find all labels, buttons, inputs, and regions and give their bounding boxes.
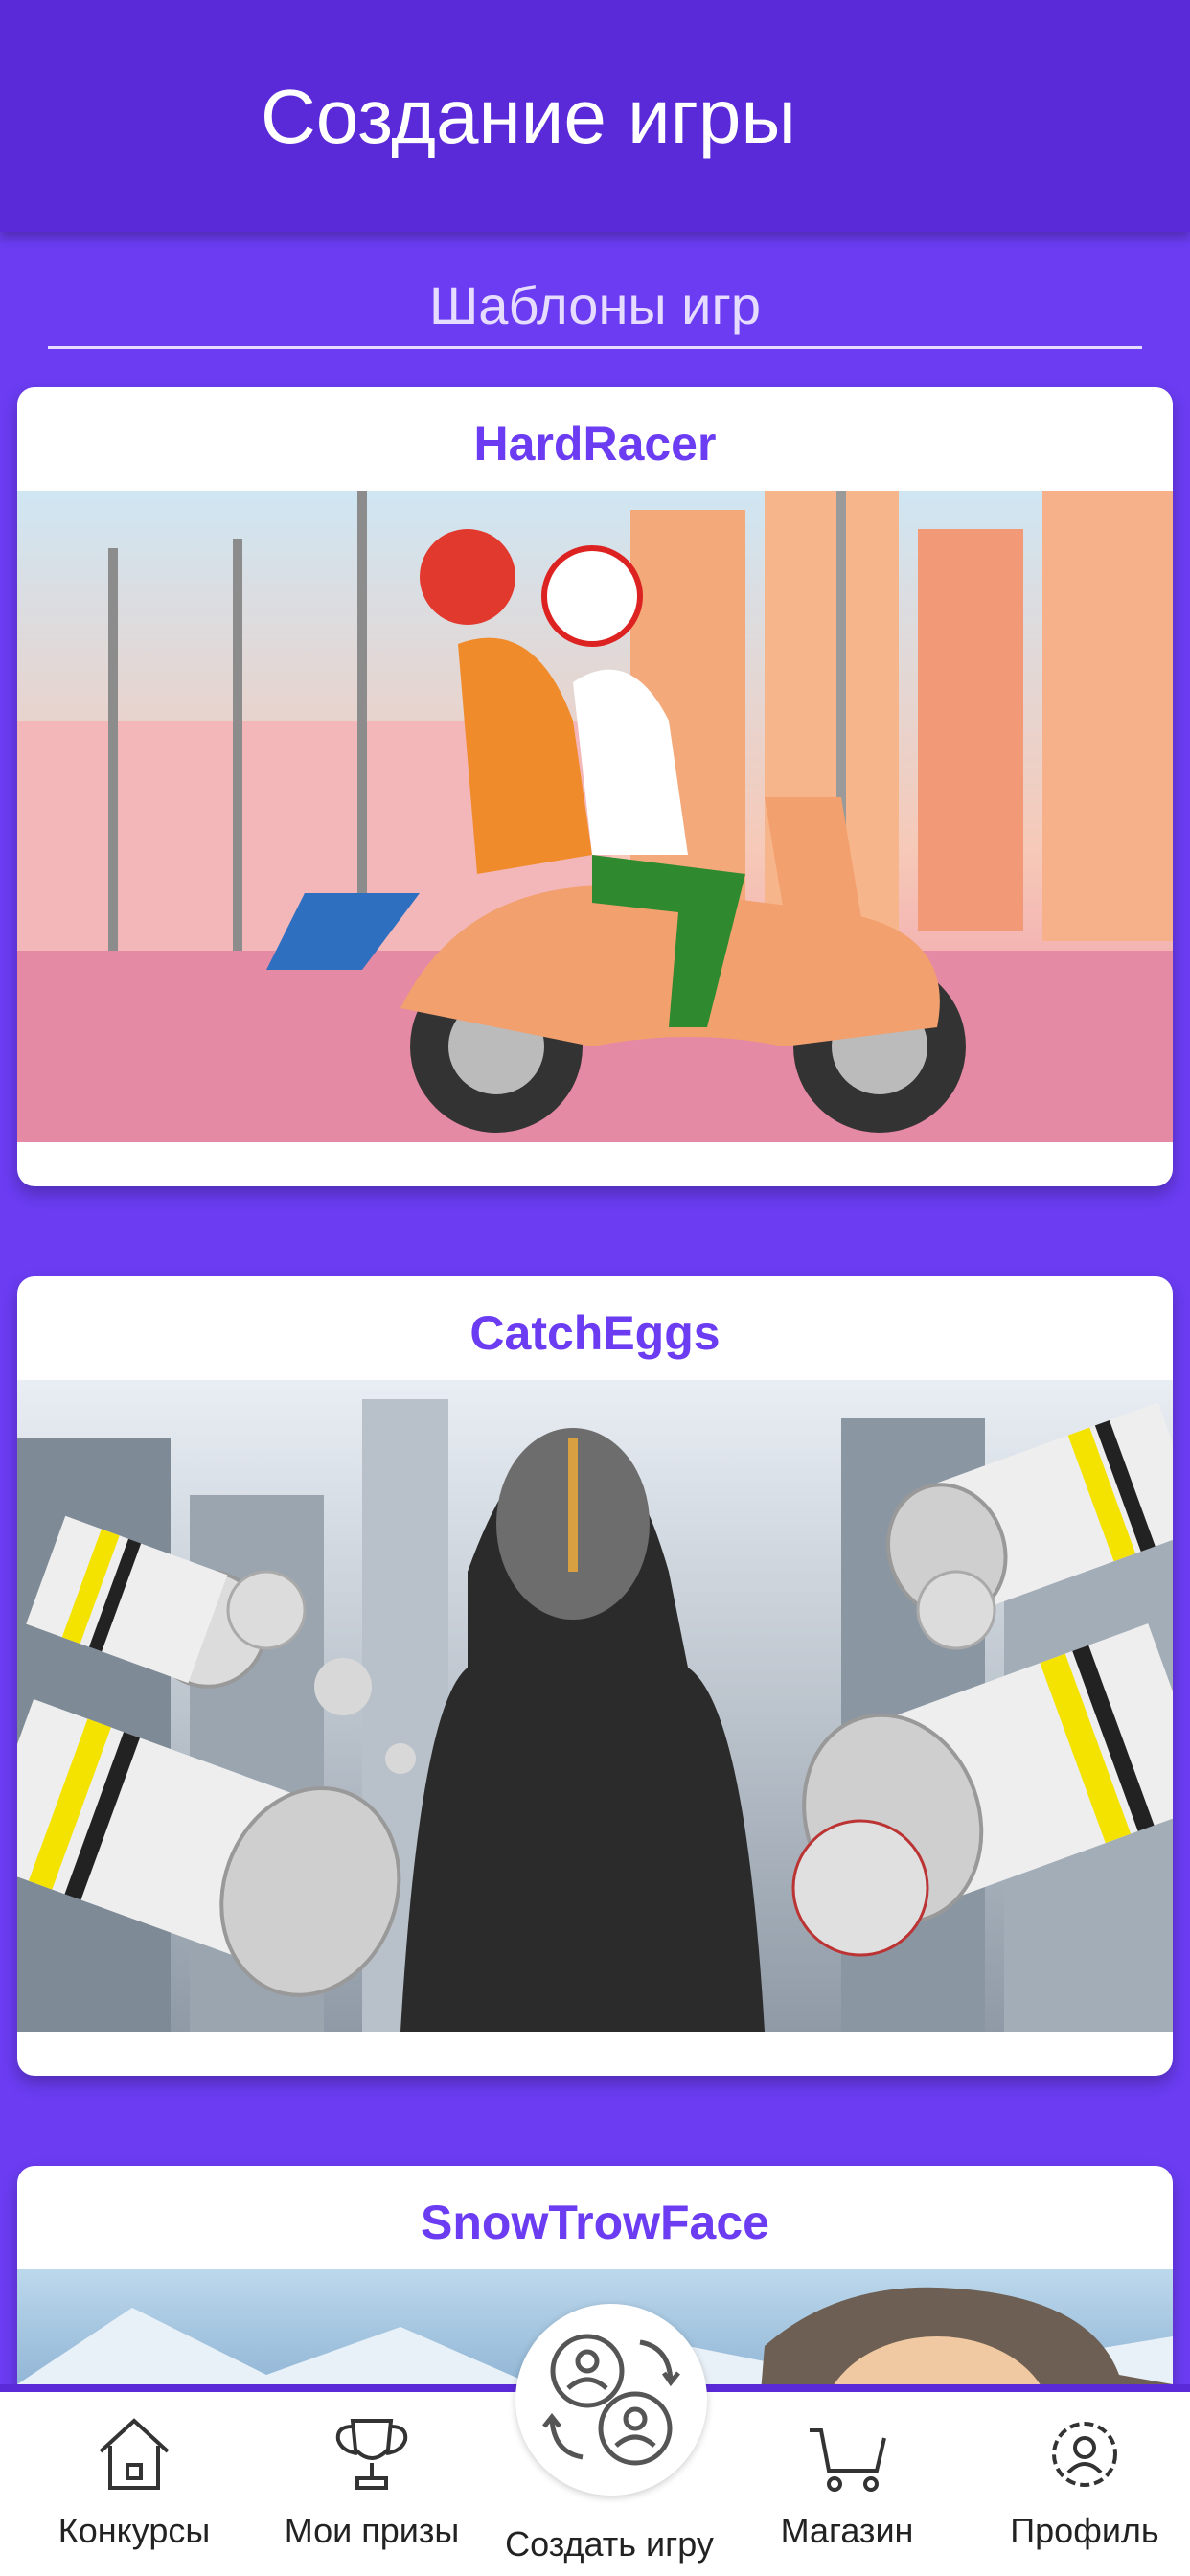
create-game-fab[interactable] — [515, 2304, 707, 2496]
cart-icon — [810, 2428, 886, 2492]
profile-gear-icon — [1052, 2422, 1117, 2487]
game-template-card-hardracer[interactable]: HardRacer — [17, 387, 1173, 1186]
tab-label: Мои призы — [284, 2511, 460, 2550]
tab-profile[interactable]: Профиль — [970, 2411, 1190, 2574]
section-divider — [48, 346, 1142, 349]
section-title: Шаблоны игр — [428, 275, 762, 335]
tab-label: Конкурсы — [57, 2511, 211, 2550]
card-title: SnowTrowFace — [421, 2196, 769, 2249]
tab-label: Магазин — [780, 2511, 914, 2550]
tab-label: Профиль — [1010, 2511, 1159, 2550]
card-title: CatchEggs — [469, 1306, 721, 1360]
tab-my-prizes[interactable]: Мои призы — [257, 2411, 487, 2574]
card-title: HardRacer — [473, 417, 717, 471]
catcheggs-image — [17, 1380, 1173, 2032]
page-title: Создание игры — [261, 74, 796, 159]
hardracer-image — [17, 491, 1173, 1142]
house-icon — [99, 2418, 170, 2490]
tab-shop[interactable]: Магазин — [732, 2411, 962, 2574]
game-template-card-catcheggs[interactable]: CatchEggs — [17, 1276, 1173, 2076]
trophy-icon — [335, 2419, 408, 2490]
app-header: Создание игры — [0, 0, 1190, 232]
tab-contests[interactable]: Конкурсы — [19, 2411, 249, 2574]
create-game-icon — [542, 2334, 680, 2466]
tab-label: Создать игру — [505, 2524, 714, 2564]
